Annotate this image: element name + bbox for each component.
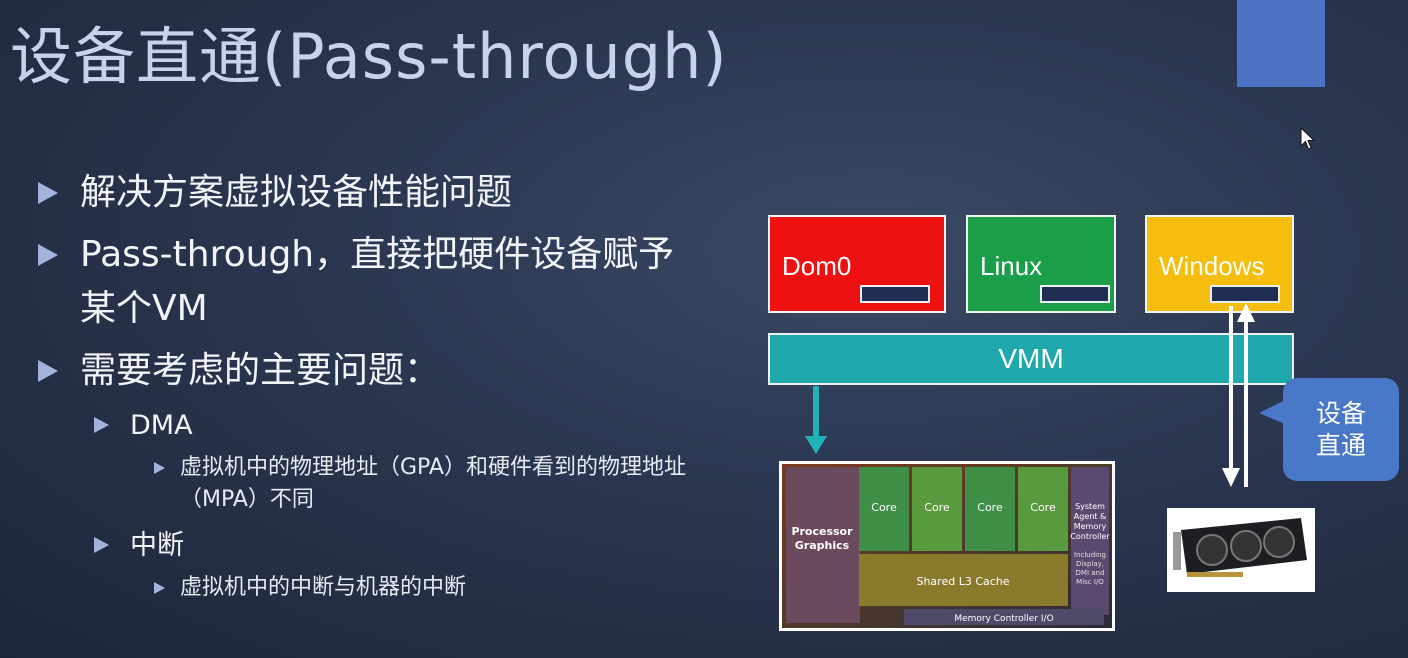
device-slot — [1210, 285, 1280, 303]
die-label-display: Misc I/O — [1076, 578, 1104, 586]
cpu-die-image: Processor Graphics Core Core Core Core S… — [779, 461, 1115, 631]
detail-bullet-item: 虚拟机中的物理地址（GPA）和硬件看到的物理地址（MPA）不同 — [154, 452, 740, 516]
bullet-text: Pass-through，直接把硬件设备赋予某个VM — [80, 234, 675, 329]
die-label: Processor — [791, 525, 853, 538]
gpu-fan — [1230, 530, 1262, 562]
graphics-card-icon — [1167, 508, 1315, 592]
vmm-to-cpu-arrow — [805, 386, 827, 454]
die-label-agent: Memory — [1074, 522, 1107, 531]
bullet-item: Pass-through，直接把硬件设备赋予某个VM — [38, 228, 700, 336]
gpu-fan — [1196, 534, 1228, 566]
die-label-memctl: Memory Controller I/O — [954, 614, 1053, 624]
die-label-core: Core — [871, 501, 897, 514]
vmm-bar: VMM — [768, 333, 1294, 385]
bullet-list: 解决方案虚拟设备性能问题 Pass-through，直接把硬件设备赋予某个VM … — [38, 166, 738, 614]
bullet-item: 解决方案虚拟设备性能问题 — [38, 166, 738, 220]
vm-box-linux: Linux — [966, 215, 1116, 313]
sub-bullet-item: 中断 — [94, 526, 738, 566]
corner-accent-block — [1237, 0, 1325, 87]
callout-text: 设备直通 — [1315, 399, 1366, 460]
die-label: Graphics — [795, 539, 850, 552]
die-label-display: Display, — [1076, 560, 1104, 568]
bullet-text: 需要考虑的主要问题： — [80, 350, 441, 391]
slide-title: 设备直通(Pass-through) — [10, 20, 728, 93]
passthrough-callout: 设备直通 — [1283, 378, 1399, 481]
die-label-agent: Controller — [1070, 532, 1110, 541]
die-label-agent: System — [1075, 502, 1105, 511]
die-label-core: Core — [924, 501, 950, 514]
bullet-item: 需要考虑的主要问题： — [38, 344, 738, 398]
gpu-bracket — [1173, 532, 1181, 570]
sub-bullet-item: DMA — [94, 406, 738, 446]
gpu-fan — [1263, 526, 1295, 558]
die-label-agent: Agent & — [1074, 512, 1106, 521]
device-slot — [860, 285, 930, 303]
die-label-display: Including — [1074, 551, 1106, 559]
triangle-bullet-icon — [154, 582, 165, 594]
mouse-pointer-icon — [1300, 127, 1316, 150]
die-label-display: DMI and — [1076, 569, 1105, 577]
die-label-core: Core — [977, 501, 1003, 514]
triangle-bullet-icon — [154, 462, 165, 474]
passthrough-arrows — [1222, 303, 1255, 487]
vm-box-dom0: Dom0 — [768, 215, 946, 313]
device-slot — [1040, 285, 1110, 303]
system-agent-block — [1071, 467, 1109, 615]
triangle-bullet-icon — [38, 244, 58, 266]
sub-bullet-text: 中断 — [130, 530, 184, 561]
detail-bullet-item: 虚拟机中的中断与机器的中断 — [154, 572, 740, 604]
detail-bullet-text: 虚拟机中的中断与机器的中断 — [180, 575, 467, 600]
vm-label: Linux — [980, 251, 1043, 281]
vm-box-windows: Windows — [1145, 215, 1294, 313]
vm-label: Windows — [1159, 251, 1265, 281]
triangle-bullet-icon — [94, 537, 109, 553]
die-label-core: Core — [1030, 501, 1056, 514]
vm-label: Dom0 — [782, 251, 852, 281]
triangle-bullet-icon — [94, 417, 109, 433]
triangle-bullet-icon — [38, 182, 58, 204]
sub-bullet-text: DMA — [130, 410, 193, 441]
die-label-cache: Shared L3 Cache — [916, 575, 1009, 588]
triangle-bullet-icon — [38, 360, 58, 382]
detail-bullet-text: 虚拟机中的物理地址（GPA）和硬件看到的物理地址（MPA）不同 — [180, 455, 686, 512]
bullet-text: 解决方案虚拟设备性能问题 — [80, 172, 513, 213]
gpu-pcie-connector — [1187, 572, 1243, 577]
